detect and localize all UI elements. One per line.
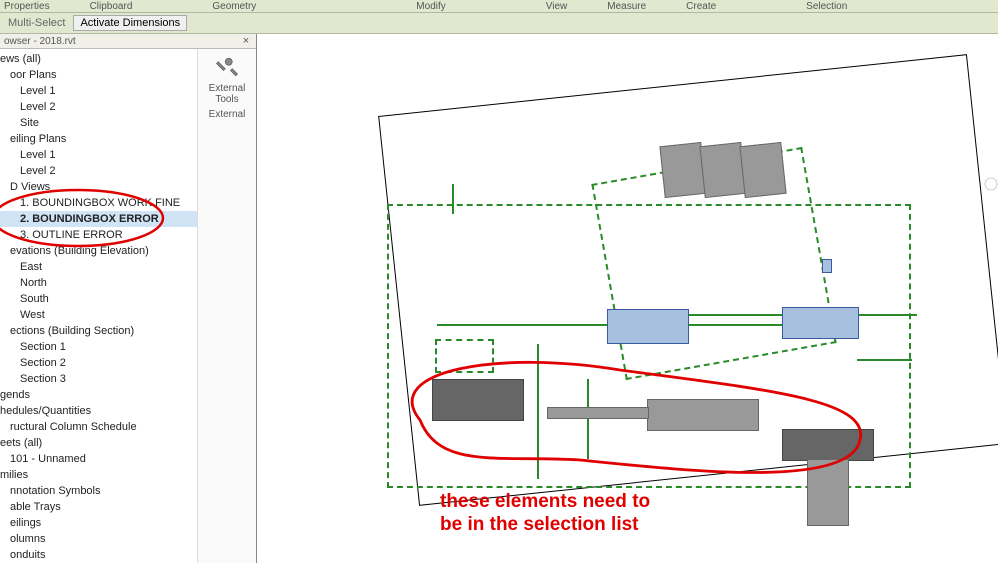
scope-box-fragment[interactable] [435, 339, 494, 373]
tree-item[interactable]: Level 1 [0, 147, 197, 163]
tree-item[interactable]: eilings [0, 515, 197, 531]
tree-item[interactable]: North [0, 275, 197, 291]
tree-item[interactable]: West [0, 307, 197, 323]
structural-element[interactable] [547, 407, 649, 419]
tree-item[interactable]: hedules/Quantities [0, 403, 197, 419]
group-create: Create [686, 1, 716, 12]
group-geometry: Geometry [212, 1, 256, 12]
tree-item[interactable]: East [0, 259, 197, 275]
tree-item[interactable]: 3. OUTLINE ERROR [0, 227, 197, 243]
external-tools-panel: External Tools External [197, 49, 256, 563]
group-modify: Modify [416, 1, 445, 12]
tree-item[interactable]: 1. BOUNDINGBOX WORK FINE [0, 195, 197, 211]
tree-item[interactable]: D Views [0, 179, 197, 195]
external-tools-label: External Tools [198, 83, 256, 105]
grid-line[interactable] [587, 379, 589, 459]
tree-item[interactable]: ews (all) [0, 51, 197, 67]
view-cube[interactable] [984, 154, 998, 214]
tree-item[interactable]: eiling Plans [0, 131, 197, 147]
tree-item[interactable]: Level 2 [0, 99, 197, 115]
roof-element[interactable] [739, 142, 786, 198]
tree-item[interactable]: able Trays [0, 499, 197, 515]
structural-element[interactable] [432, 379, 524, 421]
tree-item[interactable]: eets (all) [0, 435, 197, 451]
tree-item[interactable]: Section 1 [0, 339, 197, 355]
structural-element[interactable] [782, 429, 874, 461]
activate-dimensions-button[interactable]: Activate Dimensions [73, 15, 187, 31]
tree-item[interactable]: 2. BOUNDINGBOX ERROR [0, 211, 197, 227]
wall-element[interactable] [607, 309, 689, 344]
wall-element[interactable] [782, 307, 859, 339]
tree-item[interactable]: ructural Column Schedule [0, 419, 197, 435]
project-browser-tree[interactable]: ews (all)oor PlansLevel 1Level 2Siteeili… [0, 49, 197, 563]
tree-item[interactable]: nnotation Symbols [0, 483, 197, 499]
browser-title-text: owser - 2018.rvt [4, 36, 76, 47]
project-browser-panel: owser - 2018.rvt × ews (all)oor PlansLev… [0, 34, 257, 563]
tree-item[interactable]: Level 1 [0, 83, 197, 99]
group-selection: Selection [806, 1, 847, 12]
group-clipboard: Clipboard [90, 1, 133, 12]
tree-item[interactable]: milies [0, 467, 197, 483]
tree-item[interactable]: gends [0, 387, 197, 403]
tree-item[interactable]: oor Plans [0, 67, 197, 83]
tree-item[interactable]: Section 3 [0, 371, 197, 387]
structural-element[interactable] [647, 399, 759, 431]
grid-line[interactable] [537, 344, 539, 479]
external-panel-label: External [209, 109, 246, 120]
multi-select-button[interactable]: Multi-Select [4, 15, 69, 31]
annotation-text: these elements need to be in the selecti… [440, 490, 650, 536]
ribbon-group-labels: Properties Clipboard Geometry Modify Vie… [0, 0, 998, 13]
group-measure: Measure [607, 1, 646, 12]
tree-item[interactable]: onduits [0, 547, 197, 563]
group-properties: Properties [4, 1, 50, 12]
close-icon[interactable]: × [240, 35, 252, 47]
external-tools-icon[interactable] [211, 53, 243, 81]
grid-line[interactable] [857, 359, 912, 361]
tree-item[interactable]: 101 - Unnamed [0, 451, 197, 467]
tree-item[interactable]: evations (Building Elevation) [0, 243, 197, 259]
structural-element[interactable] [807, 459, 849, 526]
tree-item[interactable]: South [0, 291, 197, 307]
tree-item[interactable]: olumns [0, 531, 197, 547]
tree-item[interactable]: Section 2 [0, 355, 197, 371]
wall-element[interactable] [822, 259, 832, 273]
project-browser-titlebar[interactable]: owser - 2018.rvt × [0, 34, 256, 49]
tree-item[interactable]: Level 2 [0, 163, 197, 179]
drawing-canvas[interactable] [257, 34, 998, 563]
grid-line[interactable] [452, 184, 454, 214]
contextual-ribbon: Multi-Select Activate Dimensions [0, 13, 998, 34]
tree-item[interactable]: ections (Building Section) [0, 323, 197, 339]
group-view: View [546, 1, 568, 12]
tree-item[interactable]: Site [0, 115, 197, 131]
